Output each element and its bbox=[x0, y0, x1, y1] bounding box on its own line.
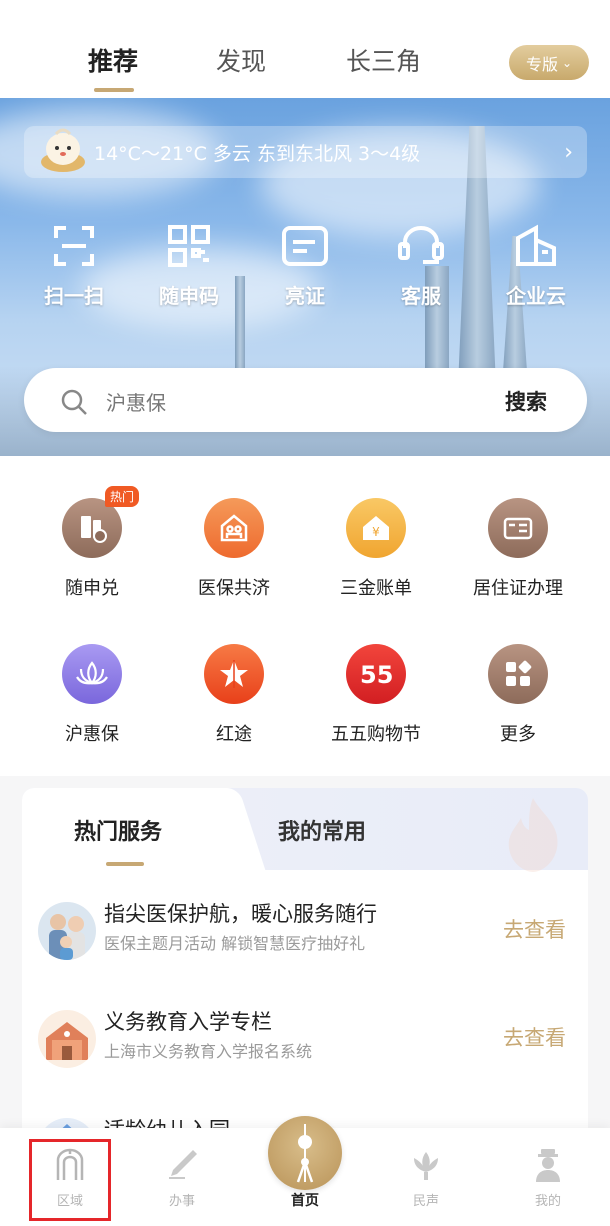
quick-action-label: 亮证 bbox=[285, 284, 325, 308]
person-icon bbox=[536, 1149, 560, 1182]
search-button[interactable]: 搜索 bbox=[505, 386, 547, 416]
nav-label: 办事 bbox=[168, 1194, 195, 1209]
hero-banner: 14°C～21°C 多云 东到东北风 3～4级 › 扫一扫 随申码 亮证 客服 … bbox=[0, 98, 610, 456]
nav-mine[interactable]: 我的 bbox=[508, 1148, 588, 1209]
nav-label: 我的 bbox=[534, 1194, 561, 1209]
shopping-festival-icon: 55 bbox=[346, 644, 406, 704]
active-tab-underline bbox=[94, 88, 134, 92]
edition-button[interactable]: 专版 ⌄ bbox=[509, 45, 589, 80]
voucher-icon bbox=[62, 498, 122, 558]
view-button[interactable]: 去查看 bbox=[503, 914, 566, 944]
yuan-house-icon: ¥ bbox=[346, 498, 406, 558]
weather-text: 14°C～21°C 多云 东到东北风 3～4级 bbox=[94, 143, 421, 165]
flower-icon bbox=[414, 1152, 438, 1180]
red-star-icon bbox=[204, 644, 264, 704]
nav-label: 民声 bbox=[412, 1194, 439, 1209]
service-label: 居住证办理 bbox=[473, 578, 563, 599]
mascot-icon bbox=[41, 128, 85, 172]
service-grid: 热门 随申兑 医保共济 ¥ 三金账单 居住证办理 沪惠保 红途 55 五五购物节… bbox=[0, 456, 610, 776]
quick-action-label: 随申码 bbox=[159, 284, 219, 308]
search-input[interactable]: 沪惠保 bbox=[106, 387, 166, 416]
tab-my-favorites[interactable]: 我的常用 bbox=[278, 814, 366, 846]
id-card-icon bbox=[282, 226, 328, 266]
residence-card-icon bbox=[488, 498, 548, 558]
tab-yangtze-delta[interactable]: 长三角 bbox=[346, 42, 421, 78]
service-huhuibao[interactable]: 沪惠保 bbox=[20, 644, 164, 746]
search-bar[interactable]: 沪惠保 搜索 bbox=[24, 368, 587, 432]
weather-bar[interactable]: 14°C～21°C 多云 东到东北风 3～4级 › bbox=[24, 126, 587, 178]
qrcode-icon bbox=[168, 225, 210, 267]
quick-action-qrcode[interactable]: 随申码 bbox=[139, 224, 239, 309]
card-tab-bar: 热门服务 我的常用 bbox=[22, 788, 588, 872]
service-medical-insurance[interactable]: 医保共济 bbox=[162, 498, 306, 600]
flame-icon bbox=[508, 798, 558, 872]
service-red-route[interactable]: 红途 bbox=[162, 644, 306, 746]
nav-public-voice[interactable]: 民声 bbox=[386, 1148, 466, 1209]
svg-text:¥: ¥ bbox=[372, 525, 380, 539]
service-more[interactable]: 更多 bbox=[446, 644, 590, 746]
quick-action-label: 客服 bbox=[401, 284, 441, 308]
service-label: 五五购物节 bbox=[331, 724, 421, 745]
tab-recommend[interactable]: 推荐 bbox=[88, 42, 138, 78]
service-label: 医保共济 bbox=[198, 578, 270, 599]
view-button[interactable]: 去查看 bbox=[503, 1022, 566, 1052]
family-care-icon bbox=[204, 498, 264, 558]
school-icon bbox=[38, 1010, 96, 1068]
service-label: 沪惠保 bbox=[65, 724, 119, 745]
list-item[interactable]: 指尖医保护航，暖心服务随行 医保主题月活动 解锁智慧医疗抽好礼 去查看 bbox=[22, 894, 588, 994]
service-residence-permit[interactable]: 居住证办理 bbox=[446, 498, 590, 600]
pearl-tower-icon bbox=[296, 1124, 314, 1183]
list-item[interactable]: 义务教育入学专栏 上海市义务教育入学报名系统 去查看 bbox=[22, 1002, 588, 1102]
item-title: 义务教育入学专栏 bbox=[104, 1010, 272, 1034]
top-tab-bar: 推荐 发现 长三角 专版 ⌄ bbox=[0, 0, 610, 98]
chevron-down-icon: ⌄ bbox=[561, 55, 573, 70]
service-label: 随申兑 bbox=[65, 578, 119, 599]
highlight-box bbox=[29, 1139, 111, 1221]
pen-icon bbox=[169, 1150, 197, 1179]
quick-action-show-id[interactable]: 亮证 bbox=[255, 224, 355, 309]
scan-icon bbox=[54, 226, 94, 266]
nav-home-label: 首页 bbox=[291, 1193, 319, 1209]
item-subtitle: 上海市义务教育入学报名系统 bbox=[104, 1042, 313, 1061]
lotus-icon bbox=[62, 644, 122, 704]
tab-hot-services[interactable]: 热门服务 bbox=[74, 814, 162, 846]
customer-service-icon bbox=[398, 226, 444, 264]
service-label: 三金账单 bbox=[340, 578, 412, 599]
app-page: 推荐 发现 长三角 专版 ⌄ 14°C～21°C 多云 东到东北风 3～4级 ›… bbox=[0, 0, 610, 1226]
active-tab-underline bbox=[106, 862, 144, 866]
family-photo-icon bbox=[38, 902, 96, 960]
quick-action-enterprise[interactable]: 企业云 bbox=[486, 224, 586, 309]
service-label: 红途 bbox=[216, 724, 252, 745]
tab-discover[interactable]: 发现 bbox=[216, 42, 266, 78]
service-label: 更多 bbox=[500, 724, 536, 745]
service-shopping-festival[interactable]: 55 五五购物节 bbox=[304, 644, 448, 746]
svg-text:55: 55 bbox=[360, 661, 393, 689]
item-title: 指尖医保护航，暖心服务随行 bbox=[104, 902, 377, 926]
chevron-right-icon: › bbox=[564, 140, 573, 165]
quick-action-scan[interactable]: 扫一扫 bbox=[24, 224, 124, 309]
service-three-funds[interactable]: ¥ 三金账单 bbox=[304, 498, 448, 600]
edition-button-label: 专版 bbox=[525, 54, 558, 74]
quick-action-label: 企业云 bbox=[506, 284, 566, 308]
nav-services[interactable]: 办事 bbox=[142, 1148, 222, 1209]
hot-badge: 热门 bbox=[105, 486, 140, 507]
item-subtitle: 医保主题月活动 解锁智慧医疗抽好礼 bbox=[104, 934, 366, 953]
more-grid-icon bbox=[488, 644, 548, 704]
nav-home[interactable] bbox=[268, 1116, 342, 1190]
quick-action-label: 扫一扫 bbox=[44, 284, 104, 308]
quick-action-service[interactable]: 客服 bbox=[371, 224, 471, 309]
service-suishendui[interactable]: 热门 随申兑 bbox=[20, 486, 164, 600]
search-icon bbox=[61, 389, 87, 415]
building-icon bbox=[516, 224, 556, 266]
